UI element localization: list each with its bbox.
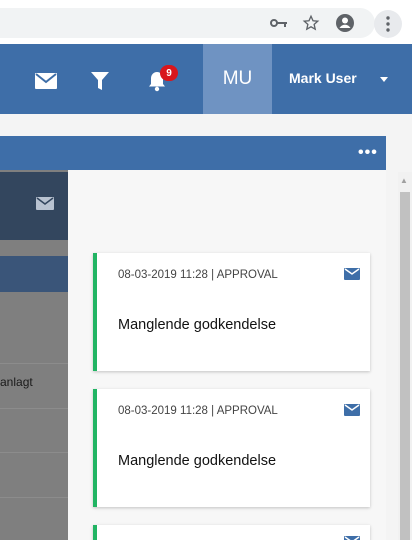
background-row-text: anlagt <box>0 375 33 389</box>
background-selected-row <box>0 256 68 292</box>
notification-title: Manglende godkendelse <box>118 317 277 333</box>
background-header-row <box>0 172 68 240</box>
mail-icon[interactable] <box>344 535 360 540</box>
notification-card[interactable]: 08-03-2019 11:28 | APPROVAL Manglende go… <box>93 389 370 507</box>
notification-card[interactable] <box>93 525 370 540</box>
background-divider <box>0 408 68 409</box>
notification-meta: 08-03-2019 11:28 | APPROVAL <box>118 405 278 417</box>
more-vertical-icon[interactable] <box>374 10 402 38</box>
star-icon[interactable] <box>300 12 322 34</box>
more-options-button[interactable]: ••• <box>358 144 378 162</box>
mail-icon[interactable] <box>32 68 60 94</box>
scroll-up-arrow-icon[interactable]: ▲ <box>400 176 408 185</box>
mail-icon[interactable] <box>344 267 360 285</box>
background-divider <box>0 363 68 364</box>
notification-meta: 08-03-2019 11:28 | APPROVAL <box>118 269 278 281</box>
key-icon[interactable] <box>268 12 290 34</box>
background-divider <box>0 497 68 498</box>
mail-icon[interactable] <box>344 403 360 421</box>
panel-header-bar <box>0 136 386 170</box>
avatar[interactable]: MU <box>203 44 272 114</box>
account-icon[interactable] <box>334 12 356 34</box>
filter-icon[interactable] <box>86 68 114 94</box>
notification-card[interactable]: 08-03-2019 11:28 | APPROVAL Manglende go… <box>93 253 370 371</box>
notification-badge: 9 <box>160 65 178 81</box>
background-divider <box>0 452 68 453</box>
notification-title: Manglende godkendelse <box>118 453 277 469</box>
header-spacer <box>0 114 412 136</box>
chevron-down-icon[interactable] <box>378 72 390 84</box>
user-menu-name[interactable]: Mark User <box>289 70 357 86</box>
background-mail-icon <box>36 197 54 215</box>
browser-toolbar <box>0 0 412 44</box>
scrollbar-thumb[interactable] <box>400 192 410 540</box>
